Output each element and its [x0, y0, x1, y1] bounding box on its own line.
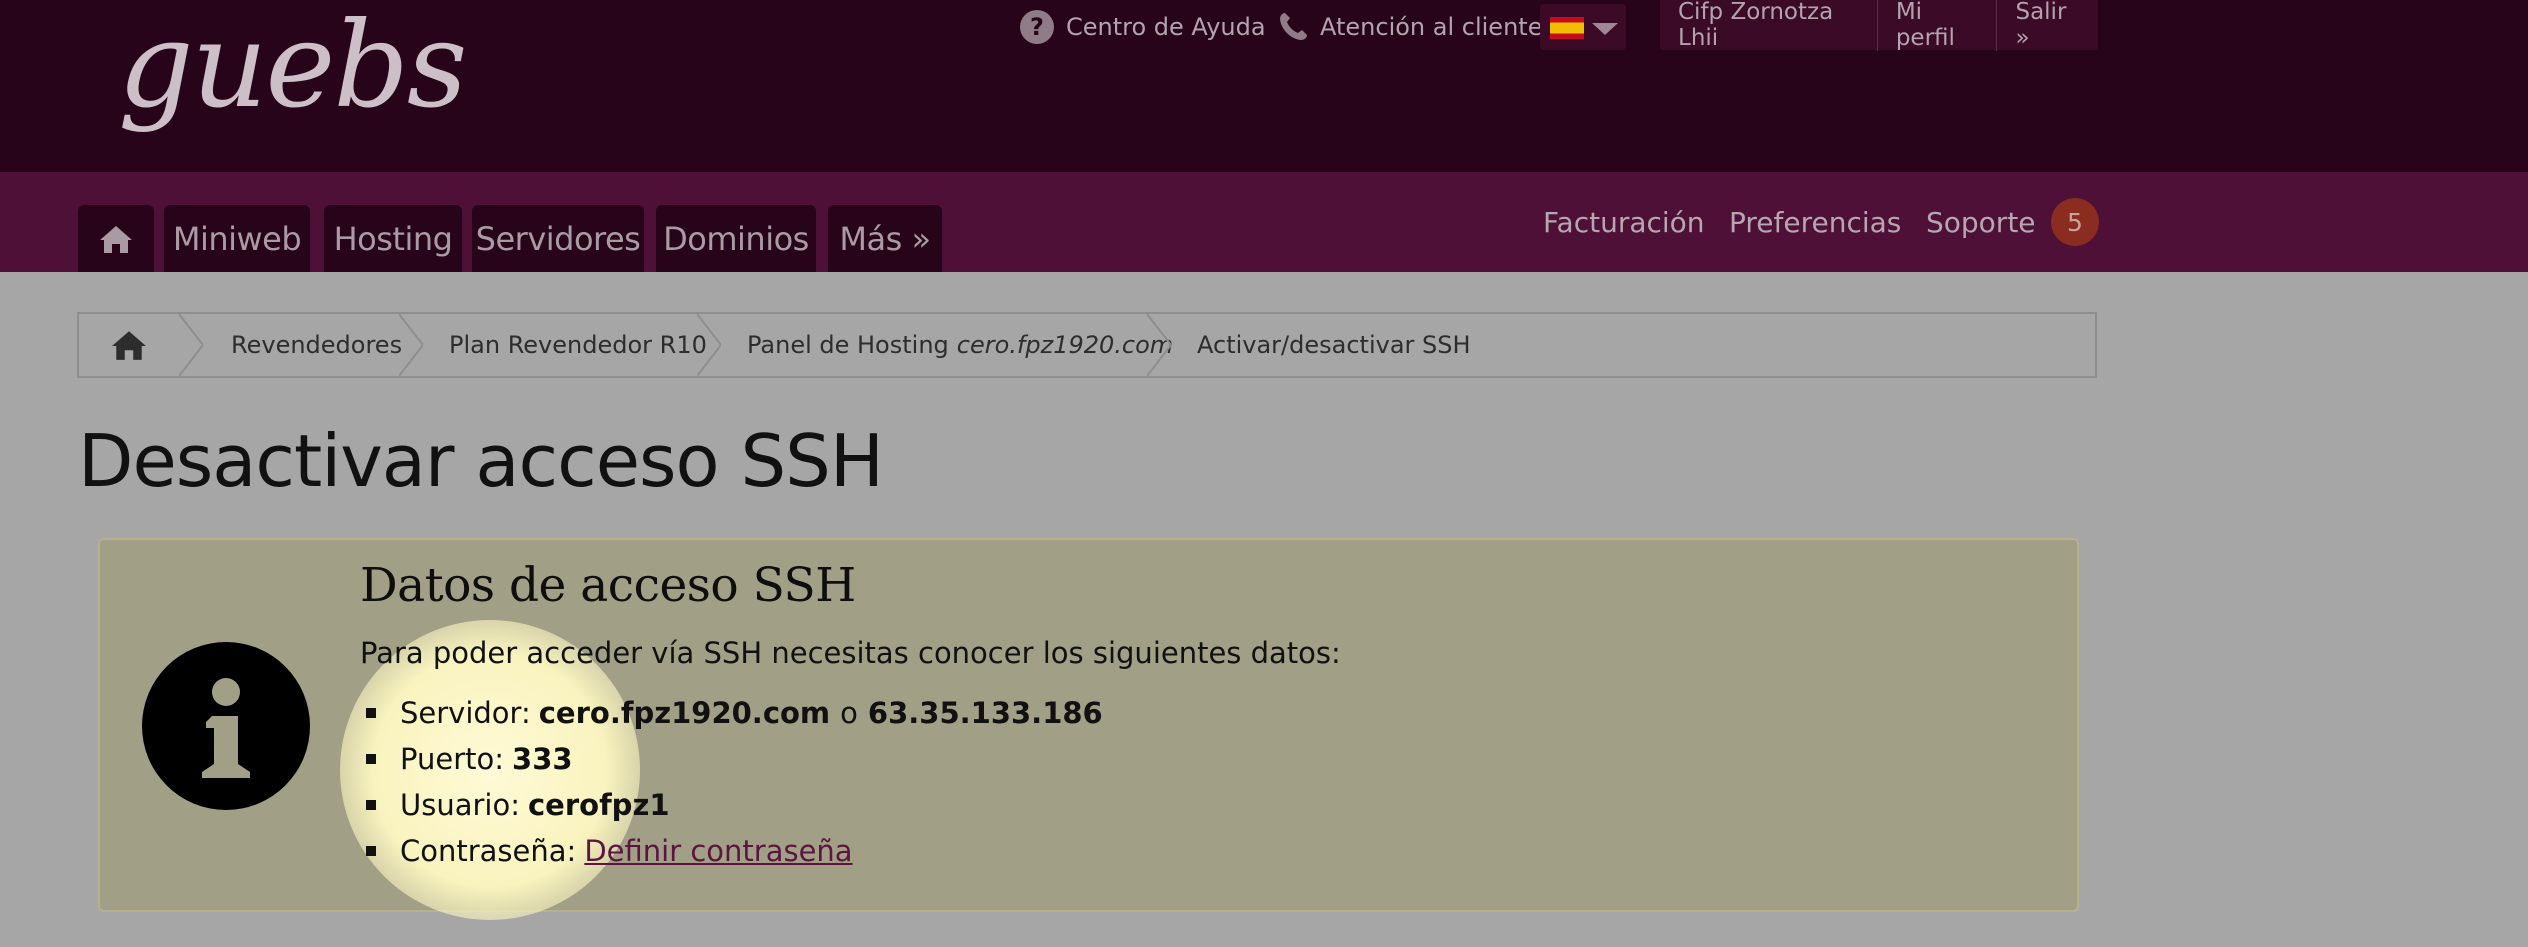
phone-icon: [1280, 13, 1307, 40]
account-name[interactable]: Cifp Zornotza Lhii: [1660, 0, 1877, 51]
chevron-down-icon: [1592, 23, 1618, 35]
list-item: Usuario: cerofpz1: [360, 782, 1103, 828]
breadcrumb-home[interactable]: [79, 314, 179, 376]
nav-tab-miniweb[interactable]: Miniweb: [164, 205, 310, 272]
breadcrumb: Revendedores Plan Revendedor R10 Panel d…: [77, 312, 2097, 378]
help-label: Centro de Ayuda: [1066, 13, 1266, 41]
main-nav: Miniweb Hosting Servidores Dominios Más …: [0, 172, 2528, 272]
nav-tab-servidores[interactable]: Servidores: [472, 205, 644, 272]
breadcrumb-revendedores[interactable]: Revendedores: [231, 314, 402, 376]
breadcrumb-panel-hosting[interactable]: Panel de Hosting cero.fpz1920.com: [747, 314, 1173, 376]
nav-home-tab[interactable]: [78, 205, 154, 272]
user-value: cerofpz1: [527, 788, 670, 822]
breadcrumb-domain: cero.fpz1920.com: [956, 331, 1174, 359]
logout-link[interactable]: Salir »: [1996, 0, 2098, 51]
breadcrumb-current: Activar/desactivar SSH: [1197, 331, 1471, 359]
server-host: cero.fpz1920.com: [538, 696, 831, 730]
port-value: 333: [512, 742, 573, 776]
nav-tab-hosting[interactable]: Hosting: [324, 205, 462, 272]
ssh-details-list: Servidor: cero.fpz1920.com o 63.35.133.1…: [360, 690, 1103, 874]
ssh-info-title: Datos de acceso SSH: [360, 558, 856, 613]
server-ip: 63.35.133.186: [867, 696, 1103, 730]
list-item: Contraseña: Definir contraseña: [360, 828, 1103, 874]
nav-soporte[interactable]: Soporte: [1926, 172, 2036, 272]
top-header: guebs ? Centro de Ayuda Atención al clie…: [0, 0, 2528, 172]
password-label: Contraseña:: [400, 834, 577, 868]
info-icon: [142, 642, 310, 810]
breadcrumb-separator: [399, 314, 423, 376]
user-label: Usuario:: [400, 788, 520, 822]
ssh-info-intro: Para poder acceder vía SSH necesitas con…: [360, 636, 1341, 670]
language-selector[interactable]: [1540, 4, 1626, 50]
support-label: Atención al cliente: [1320, 13, 1543, 41]
breadcrumb-separator: [1147, 314, 1171, 376]
breadcrumb-plan[interactable]: Plan Revendedor R10: [449, 314, 707, 376]
define-password-link[interactable]: Definir contraseña: [584, 834, 852, 868]
spain-flag-icon: [1550, 17, 1584, 39]
customer-support-link[interactable]: Atención al cliente: [1276, 10, 1542, 44]
breadcrumb-panel-label: Panel de Hosting: [747, 331, 949, 359]
guebs-logo[interactable]: guebs: [118, 6, 467, 124]
or-text: o: [840, 696, 858, 730]
page-title: Desactivar acceso SSH: [78, 419, 884, 503]
question-icon: ?: [1020, 10, 1054, 44]
list-item: Servidor: cero.fpz1920.com o 63.35.133.1…: [360, 690, 1103, 736]
nav-facturacion[interactable]: Facturación: [1543, 172, 1705, 272]
profile-link[interactable]: Mi perfil: [1876, 0, 1997, 51]
server-label: Servidor:: [400, 696, 531, 730]
home-icon: [112, 331, 146, 360]
notification-badge[interactable]: 5: [2051, 198, 2099, 246]
nav-tab-mas[interactable]: Más »: [828, 205, 942, 272]
help-link[interactable]: ? Centro de Ayuda: [1020, 10, 1266, 44]
port-label: Puerto:: [400, 742, 505, 776]
breadcrumb-separator: [179, 314, 203, 376]
list-item: Puerto: 333: [360, 736, 1103, 782]
home-icon: [100, 225, 132, 253]
breadcrumb-separator: [697, 314, 721, 376]
nav-tab-dominios[interactable]: Dominios: [656, 205, 816, 272]
nav-preferencias[interactable]: Preferencias: [1729, 172, 1901, 272]
user-menu: Cifp Zornotza Lhii Mi perfil Salir »: [1660, 0, 2098, 51]
